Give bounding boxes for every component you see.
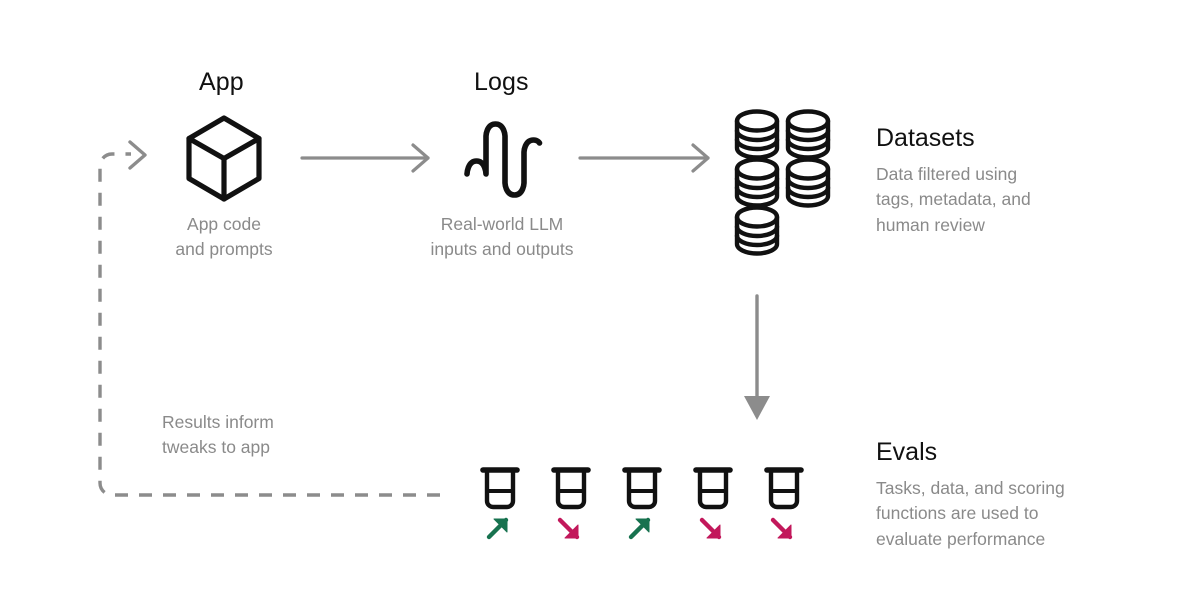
trend-up-icon (628, 517, 651, 540)
beaker-icon-group (480, 467, 804, 510)
node-title-logs: Logs (474, 68, 529, 96)
node-caption-datasets: Data filtered using tags, metadata, and … (876, 164, 1031, 235)
trend-down-icon (557, 517, 580, 540)
node-title-datasets: Datasets (876, 124, 975, 152)
arrow-datasets-to-evals (744, 294, 770, 420)
trend-down-icon (699, 517, 722, 540)
database-stack-icon (734, 109, 831, 256)
beaker-icon (622, 467, 662, 510)
eval-trend-arrows (486, 517, 793, 540)
trend-up-icon (486, 517, 509, 540)
node-caption-evals: Tasks, data, and scoring functions are u… (876, 478, 1065, 549)
beaker-icon (480, 467, 520, 510)
arrow-app-to-logs (300, 143, 430, 173)
cube-icon (186, 115, 262, 202)
beaker-icon (551, 467, 591, 510)
node-title-evals: Evals (876, 438, 938, 466)
node-caption-logs: Real-world LLM inputs and outputs (430, 214, 574, 260)
beaker-icon (764, 467, 804, 510)
node-title-app: App (199, 68, 244, 96)
node-caption-app: App code and prompts (175, 214, 273, 260)
waveform-icon (464, 121, 543, 198)
feedback-loop-caption: Results inform tweaks to app (162, 412, 274, 458)
beaker-icon (693, 467, 733, 510)
arrow-logs-to-datasets (578, 143, 710, 173)
trend-down-icon (770, 517, 793, 540)
